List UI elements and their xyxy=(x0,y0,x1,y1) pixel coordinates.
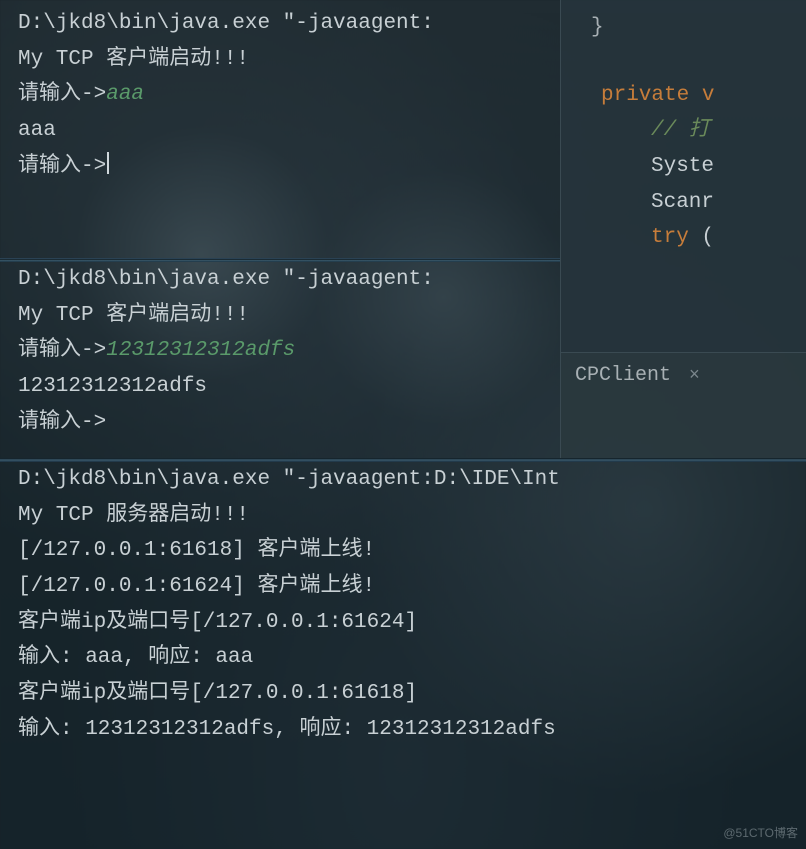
console-prompt: 请输入->aaa xyxy=(18,83,144,106)
console-line: D:\jkd8\bin\java.exe "-javaagent:D:\IDE\… xyxy=(18,468,560,491)
console-line: D:\jkd8\bin\java.exe "-javaagent: xyxy=(18,268,434,291)
code-line: private v xyxy=(561,78,806,114)
tab-label: CPClient xyxy=(575,359,671,393)
console-client-2[interactable]: D:\jkd8\bin\java.exe "-javaagent: My TCP … xyxy=(0,262,560,460)
console-line: 12312312312adfs xyxy=(18,375,207,398)
console-prompt: 请输入->12312312312adfs xyxy=(18,339,295,362)
console-server[interactable]: D:\jkd8\bin\java.exe "-javaagent:D:\IDE\… xyxy=(0,462,806,792)
user-input: 12312312312adfs xyxy=(106,339,295,362)
code-line: // 打 xyxy=(561,113,806,149)
console-line: D:\jkd8\bin\java.exe "-javaagent: xyxy=(18,12,434,35)
user-input: aaa xyxy=(106,83,144,106)
console-client-1[interactable]: D:\jkd8\bin\java.exe "-javaagent: My TCP … xyxy=(0,6,560,262)
close-icon[interactable]: × xyxy=(689,361,700,392)
console-line: My TCP 客户端启动!!! xyxy=(18,304,249,327)
console-line: My TCP 客户端启动!!! xyxy=(18,48,249,71)
console-line: [/127.0.0.1:61624] 客户端上线! xyxy=(18,575,375,598)
code-brace: } xyxy=(561,10,806,46)
caret-icon xyxy=(107,152,109,174)
console-prompt: 请输入-> xyxy=(18,411,106,434)
editor-tab-panel: CPClient × xyxy=(560,352,806,458)
console-line: 客户端ip及端口号[/127.0.0.1:61624] xyxy=(18,611,417,634)
code-line: Scanr xyxy=(561,185,806,221)
console-line: [/127.0.0.1:61618] 客户端上线! xyxy=(18,539,375,562)
console-prompt: 请输入-> xyxy=(18,155,109,178)
console-line: 输入: aaa, 响应: aaa xyxy=(18,646,253,669)
watermark: @51CTO博客 xyxy=(723,823,798,843)
editor-tab[interactable]: CPClient × xyxy=(561,353,806,399)
code-line: try ( xyxy=(561,220,806,256)
console-line: 输入: 12312312312adfs, 响应: 12312312312adfs xyxy=(18,718,556,741)
console-line: 客户端ip及端口号[/127.0.0.1:61618] xyxy=(18,682,417,705)
code-line: Syste xyxy=(561,149,806,185)
code-editor-panel[interactable]: } private v // 打 Syste Scanr try ( xyxy=(560,0,806,352)
console-line: aaa xyxy=(18,119,56,142)
console-line: My TCP 服务器启动!!! xyxy=(18,504,249,527)
